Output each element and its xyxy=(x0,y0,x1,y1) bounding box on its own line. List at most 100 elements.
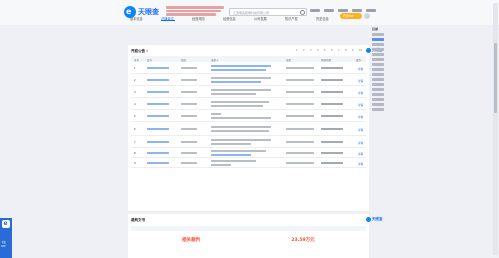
detail-link[interactable]: 详情 xyxy=(358,91,363,95)
detail-link[interactable]: 详情 xyxy=(358,162,363,166)
table-cell xyxy=(211,89,271,92)
row-index: 6 xyxy=(134,127,136,131)
table-cell xyxy=(181,90,197,93)
table-cell-link[interactable] xyxy=(147,127,169,130)
sidebar-item[interactable] xyxy=(372,48,384,51)
table-cell xyxy=(321,114,343,117)
app-icon: e xyxy=(2,220,10,228)
sidebar-item[interactable] xyxy=(372,98,384,101)
sidebar-item[interactable] xyxy=(372,43,384,46)
table-cell xyxy=(321,90,343,93)
sidebar-item[interactable] xyxy=(372,33,384,36)
detail-link[interactable]: 详情 xyxy=(358,103,363,107)
sidebar-item[interactable] xyxy=(372,68,384,71)
page-link[interactable]: 10 xyxy=(359,49,362,52)
sidebar-item[interactable] xyxy=(372,53,384,56)
table-cell-link[interactable] xyxy=(211,153,251,156)
table-cell xyxy=(321,140,343,143)
detail-link[interactable]: 详情 xyxy=(358,128,363,132)
sidebar-item[interactable] xyxy=(372,88,384,91)
table-cell-link[interactable] xyxy=(147,140,169,143)
promo-left[interactable]: 相关裁判 xyxy=(136,235,246,253)
top-nav-item[interactable] xyxy=(310,9,320,12)
row-index: 8 xyxy=(134,151,136,155)
top-bar: e 天眼查 江西明亮照明科技有限公司 开通VIP xyxy=(0,0,499,25)
table-cell xyxy=(211,77,271,80)
page-link[interactable]: 3 xyxy=(310,49,312,52)
section-title: 开庭公告8 xyxy=(131,49,149,53)
top-nav-item[interactable] xyxy=(338,9,348,12)
tab-basic-info[interactable]: 基本信息 xyxy=(130,14,144,21)
table-cell-link[interactable] xyxy=(147,90,169,93)
scrollbar-thumb[interactable] xyxy=(494,43,497,113)
download-app-float[interactable]: e 下载 APP xyxy=(0,218,12,258)
judgment-section: 裁判文书 天眼查 相关裁判 23.59万元 xyxy=(128,214,383,258)
page-link[interactable]: 4 xyxy=(317,49,319,52)
row-index: 1 xyxy=(134,66,136,70)
table-cell-link[interactable] xyxy=(147,161,169,164)
top-nav-item[interactable] xyxy=(352,9,362,12)
sidebar-title: 目录 xyxy=(372,27,379,31)
table-row: 1 详情 xyxy=(131,62,366,74)
table-cell-link[interactable] xyxy=(147,114,169,117)
page-link[interactable]: 8 xyxy=(345,49,347,52)
table-cell xyxy=(286,151,314,154)
tab-operation[interactable]: 经营信息 xyxy=(223,14,237,21)
sidebar-item[interactable] xyxy=(372,93,384,96)
detail-link[interactable]: 详情 xyxy=(358,152,363,156)
table-cell xyxy=(181,127,197,130)
sidebar-item[interactable] xyxy=(372,58,384,61)
page-link[interactable]: 5 xyxy=(324,49,326,52)
sidebar-item[interactable] xyxy=(372,103,384,106)
tab-history[interactable]: 历史信息 xyxy=(316,14,330,21)
table-cell xyxy=(181,161,197,164)
table-cell-link[interactable] xyxy=(147,78,169,81)
promo-right[interactable]: 23.59万元 xyxy=(248,235,358,253)
tab-risk[interactable]: 经营风险 xyxy=(192,14,206,21)
tab-legal[interactable]: 法律诉讼 xyxy=(161,14,175,21)
tab-ip[interactable]: 知识产权 xyxy=(285,14,299,21)
sidebar-item[interactable] xyxy=(372,108,384,111)
detail-link[interactable]: 详情 xyxy=(358,67,363,71)
sidebar-item[interactable] xyxy=(372,83,384,86)
detail-link[interactable]: 详情 xyxy=(358,79,363,83)
sidebar-item[interactable] xyxy=(372,73,384,76)
table-cell xyxy=(286,66,314,69)
tab-development[interactable]: 公司发展 xyxy=(254,14,268,21)
table-cell xyxy=(181,114,197,117)
table-row: 5 详情 xyxy=(131,110,366,122)
right-sidebar: 目录 xyxy=(371,25,387,115)
sidebar-item[interactable] xyxy=(372,38,384,41)
page-scrollbar[interactable] xyxy=(493,3,498,255)
user-avatar-icon[interactable] xyxy=(364,13,370,19)
table-cell-link[interactable] xyxy=(211,80,261,83)
row-index: 2 xyxy=(134,78,136,82)
sidebar-item[interactable] xyxy=(372,78,384,81)
table-cell xyxy=(211,129,269,132)
table-cell-link[interactable] xyxy=(147,151,169,154)
row-index: 5 xyxy=(134,114,136,118)
top-nav-item[interactable] xyxy=(366,9,376,12)
table-row: 2 详情 xyxy=(131,74,366,86)
table-cell xyxy=(321,78,343,81)
sidebar-item[interactable] xyxy=(372,63,384,66)
page-link[interactable]: 1 xyxy=(296,49,298,52)
detail-link[interactable]: 详情 xyxy=(358,141,363,145)
page-link[interactable]: 9 xyxy=(352,49,354,52)
table-cell-link[interactable] xyxy=(147,66,169,69)
table-cell xyxy=(321,161,343,164)
page-link[interactable]: 6 xyxy=(331,49,333,52)
table-cell xyxy=(286,140,314,143)
table-cell xyxy=(211,142,251,145)
table-cell xyxy=(211,116,271,119)
table-cell-link[interactable] xyxy=(211,68,266,71)
page-link[interactable]: 2 xyxy=(303,49,305,52)
row-index: 7 xyxy=(134,140,136,144)
table-cell xyxy=(286,90,314,93)
table-cell-link[interactable] xyxy=(147,102,169,105)
table-cell-link[interactable] xyxy=(211,65,271,68)
page-link[interactable]: 7 xyxy=(338,49,340,52)
company-tabs: 基本信息 法律诉讼 经营风险 经营信息 公司发展 知识产权 历史信息 xyxy=(130,14,360,21)
top-nav-item[interactable] xyxy=(324,9,334,12)
detail-link[interactable]: 详情 xyxy=(358,115,363,119)
